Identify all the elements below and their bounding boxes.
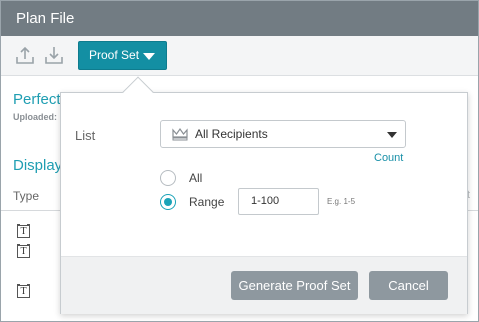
popup-footer: Generate Proof Set Cancel bbox=[61, 256, 467, 314]
text-type-icon: T bbox=[17, 244, 30, 258]
radio-range[interactable] bbox=[160, 194, 176, 210]
text-type-icon: T bbox=[17, 284, 30, 298]
text-type-icon: T bbox=[17, 224, 30, 238]
uploaded-label: Uploaded: bbox=[13, 112, 57, 122]
generate-proof-set-button[interactable]: Generate Proof Set bbox=[231, 271, 358, 300]
cancel-button[interactable]: Cancel bbox=[369, 271, 448, 300]
proof-set-button[interactable]: Proof Set bbox=[78, 41, 167, 70]
range-input[interactable]: 1-100 bbox=[238, 188, 319, 215]
proof-set-popup: List All Recipients Count All Range 1-10… bbox=[60, 92, 468, 314]
type-column-header: Type bbox=[13, 189, 40, 203]
crown-icon bbox=[171, 127, 189, 141]
radio-all-label: All bbox=[189, 171, 203, 185]
window-title: Plan File bbox=[1, 1, 478, 36]
radio-range-label: Range bbox=[189, 195, 225, 209]
toolbar: Proof Set bbox=[1, 36, 478, 76]
document-title: Perfect bbox=[13, 91, 61, 108]
display-heading: Display bbox=[13, 157, 63, 174]
proof-set-label: Proof Set bbox=[89, 48, 140, 62]
chevron-down-icon bbox=[387, 132, 397, 138]
caret-down-icon bbox=[143, 53, 155, 60]
upload-icon[interactable] bbox=[14, 44, 36, 66]
range-hint: E.g. 1-5 bbox=[327, 197, 356, 206]
plan-file-window: Plan File Proof Set Perfect Uploaded: Di… bbox=[0, 0, 479, 322]
recipient-list-select[interactable]: All Recipients bbox=[160, 120, 406, 148]
radio-all[interactable] bbox=[160, 170, 176, 186]
popup-body: List All Recipients Count All Range 1-10… bbox=[61, 93, 467, 256]
download-icon[interactable] bbox=[43, 44, 65, 66]
recipient-list-value: All Recipients bbox=[195, 127, 268, 141]
list-label: List bbox=[75, 128, 96, 143]
count-link[interactable]: Count bbox=[374, 152, 403, 164]
